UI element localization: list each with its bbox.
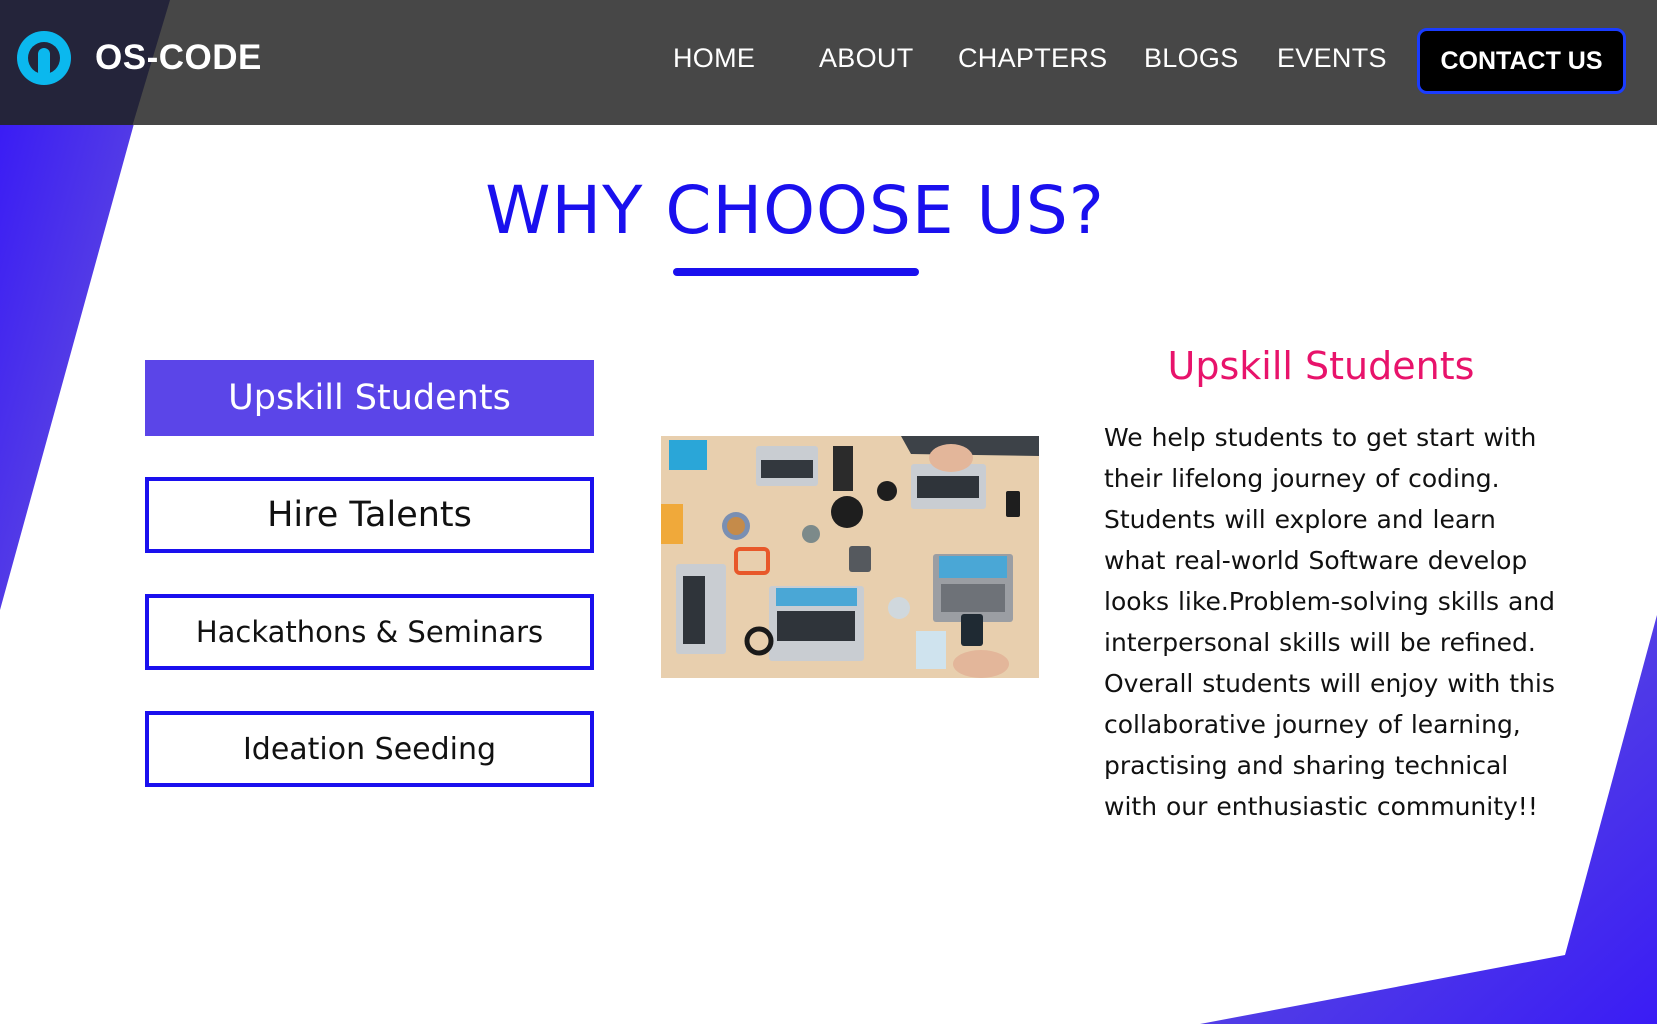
- detail-line: interpersonal skills will be refined.: [1104, 628, 1536, 657]
- detail-title: Upskill Students: [1167, 344, 1475, 388]
- tab-hackathons-seminars[interactable]: Hackathons & Seminars: [145, 594, 594, 670]
- title-underline: [673, 268, 919, 276]
- contact-us-button[interactable]: CONTACT US: [1417, 28, 1626, 94]
- laptop-bottom-right: [933, 554, 1013, 622]
- nav-events[interactable]: EVENTS: [1277, 43, 1387, 74]
- page: OS-CODE HOME ABOUT CHAPTERS BLOGS EVENTS…: [0, 0, 1657, 1024]
- section-title: WHY CHOOSE US?: [485, 172, 1105, 249]
- nav-chapters[interactable]: CHAPTERS: [958, 43, 1107, 74]
- laptop-top-center: [756, 446, 818, 486]
- detail-line: We help students to get start with: [1104, 423, 1537, 452]
- laptop-left: [676, 564, 726, 654]
- detail-line: their lifelong journey of coding.: [1104, 464, 1500, 493]
- workspace-photo: [661, 436, 1039, 678]
- detail-description: We help students to get start with their…: [1104, 417, 1604, 827]
- nav-blogs[interactable]: BLOGS: [1144, 43, 1239, 74]
- detail-line: Overall students will enjoy with this: [1104, 669, 1555, 698]
- detail-line: with our enthusiastic community!!: [1104, 792, 1538, 821]
- detail-line: what real-world Software develop: [1104, 546, 1528, 575]
- nav-about[interactable]: ABOUT: [819, 43, 914, 74]
- main-nav: HOME ABOUT CHAPTERS BLOGS EVENTS: [0, 0, 1657, 125]
- nav-home[interactable]: HOME: [673, 43, 755, 74]
- laptop-bottom-center: [769, 586, 864, 661]
- tab-hire-talents[interactable]: Hire Talents: [145, 477, 594, 553]
- detail-line: practising and sharing technical: [1104, 751, 1509, 780]
- detail-line: Students will explore and learn: [1104, 505, 1496, 534]
- tab-upskill-students[interactable]: Upskill Students: [145, 360, 594, 436]
- top-navbar: OS-CODE HOME ABOUT CHAPTERS BLOGS EVENTS…: [0, 0, 1657, 125]
- detail-line: collaborative journey of learning,: [1104, 710, 1521, 739]
- detail-line: looks like.Problem-solving skills and: [1104, 587, 1556, 616]
- tab-ideation-seeding[interactable]: Ideation Seeding: [145, 711, 594, 787]
